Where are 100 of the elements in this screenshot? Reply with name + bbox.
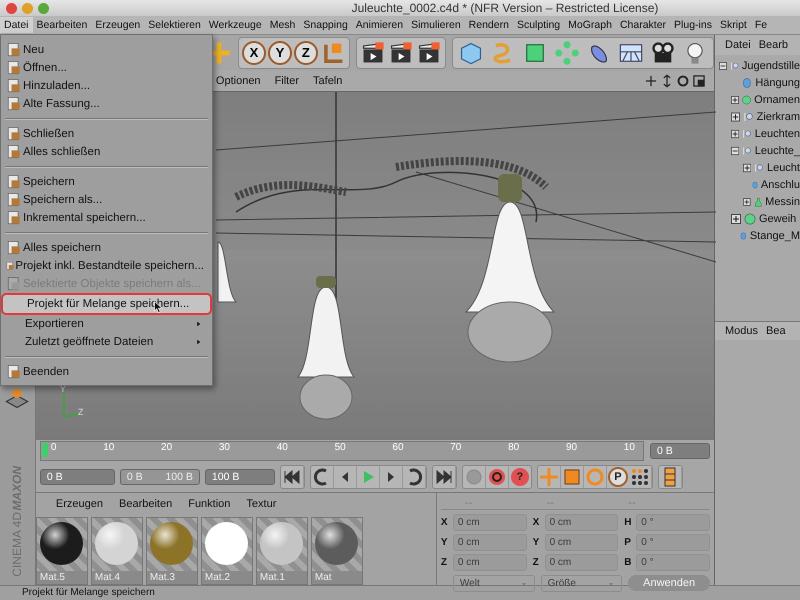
menu-bar-item[interactable]: Werkzeuge [204, 17, 266, 33]
coordinate-field[interactable]: 0 cm [452, 534, 527, 551]
sphere-icon [743, 212, 757, 226]
menu-item[interactable]: Projekt für Melange speichern... [3, 295, 210, 313]
menu-item[interactable]: Alles speichern [1, 239, 212, 257]
menu-bar-item[interactable]: Bearbeiten [32, 17, 92, 33]
expand-toggle-icon[interactable] [731, 94, 739, 104]
mode-dropdown[interactable]: Größe [540, 575, 622, 592]
menu-item[interactable]: Öffnen... [1, 59, 212, 77]
expand-toggle-icon[interactable] [731, 128, 740, 138]
space-dropdown[interactable]: Welt [452, 575, 535, 592]
viewport-menu-item[interactable]: Tafeln [313, 74, 342, 87]
menu-item[interactable]: Zuletzt geöffnete Dateien [1, 333, 212, 351]
menu-bar-item[interactable]: Simulieren [407, 17, 465, 33]
object-label[interactable]: Geweih [759, 212, 796, 224]
maximize-view-icon[interactable] [692, 74, 706, 88]
expand-toggle-icon[interactable] [743, 162, 752, 172]
expand-toggle-icon[interactable] [731, 112, 740, 122]
menu-bar-item[interactable]: Mesh [266, 17, 300, 33]
panel-menu-item[interactable]: Bea [766, 325, 786, 337]
panel-menu-item[interactable]: Modus [725, 325, 758, 337]
frame-number: 30 [218, 442, 230, 456]
coordinate-field[interactable]: 0 cm [452, 514, 527, 531]
menu-bar-item[interactable]: Snapping [299, 17, 352, 33]
menu-item[interactable]: Neu [1, 41, 212, 59]
menu-bar-item[interactable]: Skript [716, 17, 751, 33]
axis-gizmo [63, 391, 80, 418]
start-frame-field[interactable]: 0 B [40, 469, 115, 486]
object-label[interactable]: Leuchten [754, 128, 800, 140]
frame-number: 90 [566, 442, 578, 456]
menu-bar-item[interactable]: Datei [0, 17, 33, 33]
object-label[interactable]: Leuchte_ [754, 144, 800, 156]
menu-bar-item[interactable]: MoGraph [564, 17, 616, 33]
frame-number: 50 [334, 442, 346, 456]
frame-number: 60 [392, 442, 404, 456]
coordinate-field[interactable]: 0 ° [636, 554, 710, 571]
object-label[interactable]: Jugendstille [742, 60, 800, 72]
collapse-toggle-icon[interactable] [719, 60, 727, 70]
menu-item[interactable]: Schließen [1, 125, 212, 143]
frame-number: 0 [50, 442, 56, 456]
column-header: -- [628, 497, 636, 509]
material-menu-item[interactable]: Textur [246, 498, 276, 510]
menu-item[interactable]: Hinzuladen... [1, 77, 212, 95]
panel-menu-item[interactable]: Bearb [758, 39, 788, 51]
axis-label: X [532, 517, 540, 528]
axis-label: H [624, 517, 633, 528]
menu-bar-item[interactable]: Sculpting [512, 17, 564, 33]
menu-item[interactable]: Alte Fassung... [1, 95, 212, 113]
axis-lock-button[interactable]: X [242, 40, 266, 65]
menu-item[interactable]: Beenden [1, 363, 212, 381]
material-menu-item[interactable]: Erzeugen [56, 498, 103, 510]
collapse-toggle-icon[interactable] [731, 146, 740, 156]
expand-toggle-icon[interactable] [743, 196, 751, 206]
menu-item[interactable]: Exportieren [1, 315, 212, 333]
object-label[interactable]: Zierkram [756, 110, 800, 122]
close-button[interactable] [6, 2, 17, 14]
object-label[interactable]: Messin [765, 196, 800, 208]
axis-label: Z [440, 557, 448, 568]
menu-bar-item[interactable]: Fe [750, 17, 772, 33]
menu-item[interactable]: Inkremental speichern... [1, 209, 212, 227]
coordinate-field[interactable]: 0 cm [544, 534, 618, 551]
end-frame-field[interactable]: 100 B [204, 469, 275, 486]
axis-label: Y [60, 384, 66, 394]
axis-label: Y [440, 537, 449, 548]
menu-bar-item[interactable]: Rendern [464, 17, 513, 33]
axis-label: Y [532, 537, 540, 548]
object-label[interactable]: Hängung [755, 76, 800, 88]
coordinate-field[interactable]: 0 ° [636, 514, 710, 531]
material-menu-item[interactable]: Funktion [188, 498, 230, 510]
expand-toggle-icon[interactable] [731, 214, 741, 224]
object-label[interactable]: Stange_M [750, 230, 800, 242]
axis-lock-button[interactable]: Z [294, 40, 318, 65]
menu-item[interactable]: Projekt inkl. Bestandteile speichern... [1, 257, 212, 275]
rotate-view-icon[interactable] [676, 74, 690, 88]
menu-item[interactable]: Speichern als... [1, 191, 212, 209]
menu-bar-item[interactable]: Charakter [616, 17, 670, 33]
move-view-icon[interactable] [644, 74, 658, 88]
panel-menu-item[interactable]: Datei [725, 39, 751, 51]
coordinate-field[interactable]: 0 cm [544, 514, 618, 531]
menu-item[interactable]: Speichern [1, 173, 212, 191]
menu-bar-item[interactable]: Erzeugen [91, 17, 144, 33]
object-label[interactable]: Anschlu [760, 178, 800, 190]
coordinate-field[interactable]: 0 ° [636, 534, 710, 551]
coordinate-field[interactable]: 0 cm [452, 554, 527, 571]
viewport-menu-item[interactable]: Filter [274, 74, 300, 87]
frame-number: 20 [161, 442, 172, 456]
menu-bar-item[interactable]: Animieren [352, 17, 408, 33]
parameter-button[interactable]: P [608, 467, 628, 488]
current-frame-field[interactable]: 0 B [650, 443, 710, 460]
object-label[interactable]: Ornamen [754, 94, 800, 106]
coordinate-field[interactable]: 0 cm [544, 554, 618, 571]
viewport-menu-item[interactable]: Optionen [216, 74, 261, 87]
column-header: -- [546, 497, 554, 509]
help-button[interactable]: ? [510, 468, 529, 486]
menu-item[interactable]: Alles schließen [1, 143, 212, 161]
axis-lock-button[interactable]: Y [268, 40, 292, 65]
object-label[interactable]: Leucht [766, 162, 800, 174]
menu-bar-item[interactable]: Plug-ins [670, 17, 716, 33]
menu-bar-item[interactable]: Selektieren [144, 17, 205, 33]
material-menu-item[interactable]: Bearbeiten [119, 498, 172, 510]
